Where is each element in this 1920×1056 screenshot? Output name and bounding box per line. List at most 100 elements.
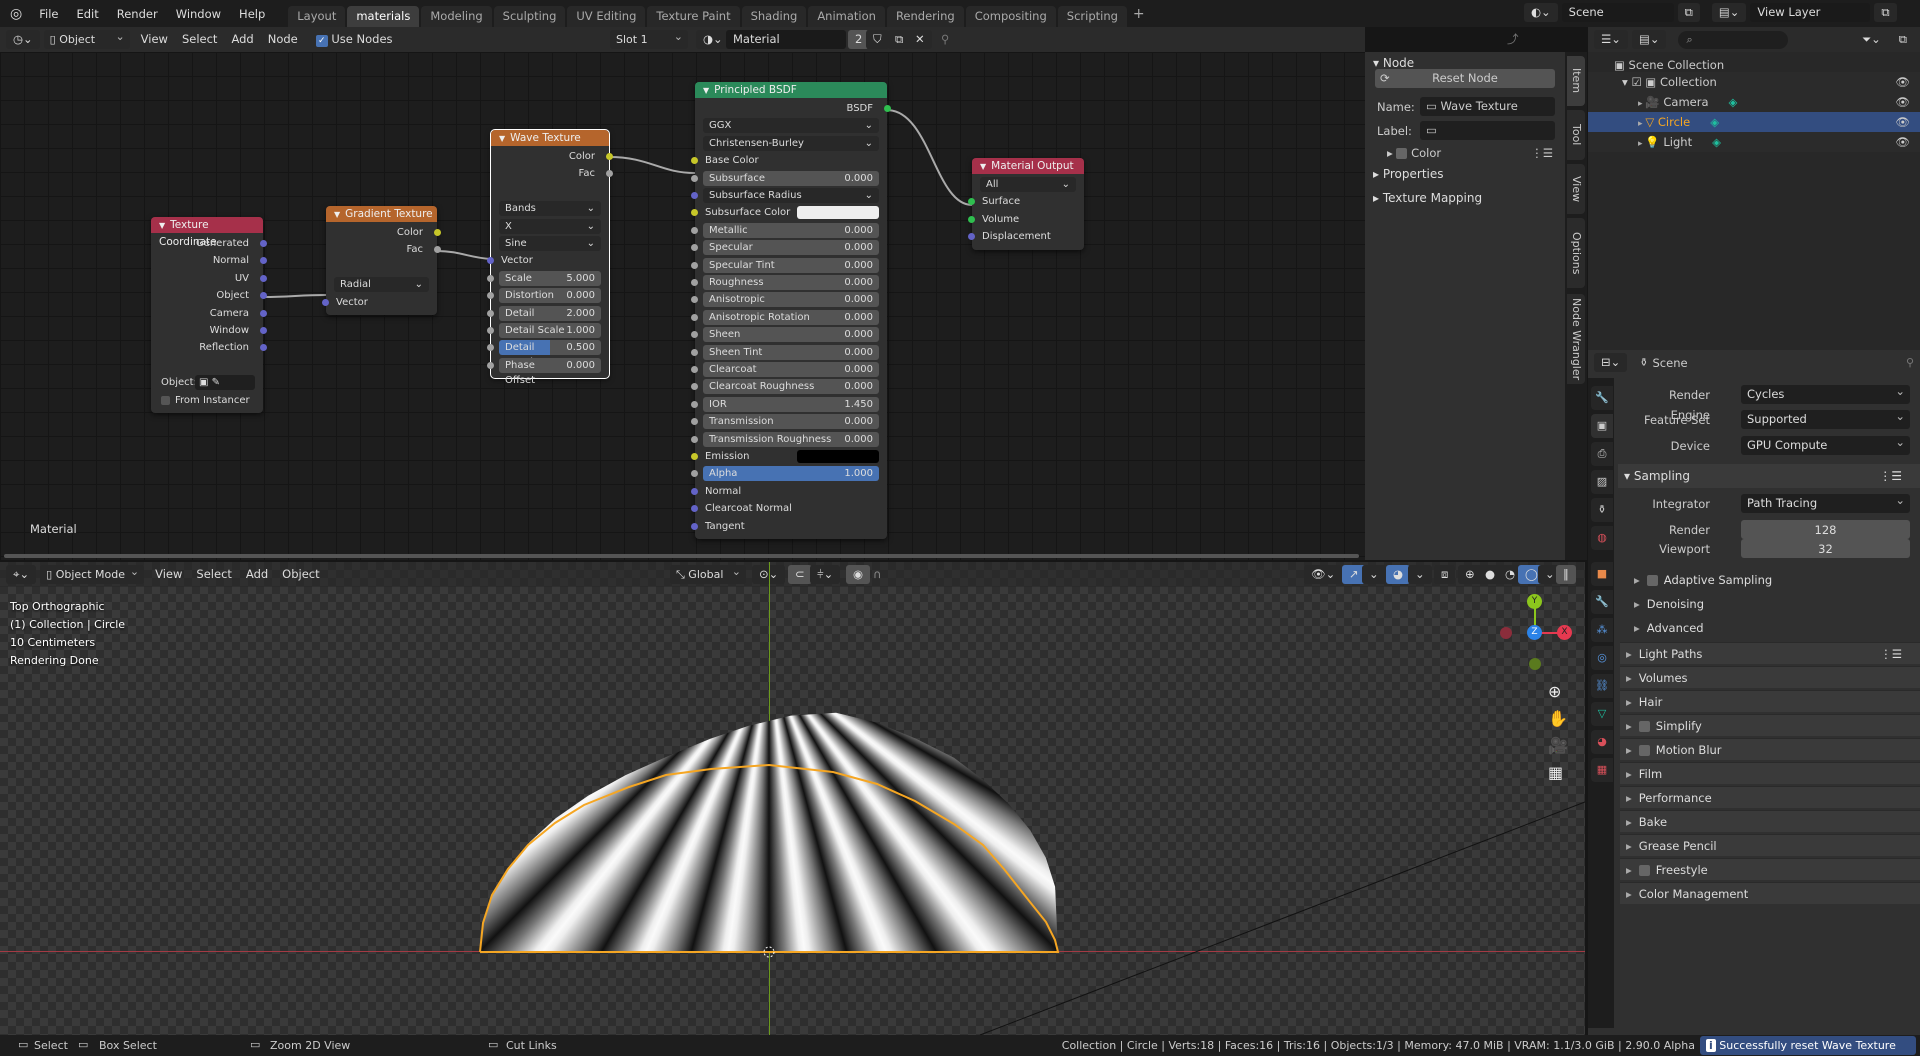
presets-list-icon[interactable]: ⋮☰ [1879,464,1902,488]
node-name-input[interactable]: ▭ Wave Texture [1420,97,1555,116]
properties-tab-render-icon[interactable]: ▣ [1591,414,1613,438]
node-menu-select[interactable]: Select [175,30,224,49]
node-value-field[interactable]: Sheen 0.000 [703,327,879,343]
outliner-row-collection[interactable]: ▾ ☑ ▣ Collection 👁 [1588,72,1920,92]
input-socket[interactable] [691,348,698,356]
node-label-input[interactable]: ▭ [1420,121,1555,140]
workspace-tab-modeling[interactable]: Modeling [421,6,492,27]
node-principled-bsdf[interactable]: ▼ Principled BSDF BSDF GGX ⌄ Christensen-Burl… [691,82,891,539]
node-header[interactable]: ▼ Wave Texture [491,130,609,146]
node-value-field[interactable]: Detail Roughne0.500 [499,340,601,368]
properties-tab-texture-icon[interactable]: ▦ [1591,758,1613,782]
node-menu-node[interactable]: Node [261,30,305,49]
input-socket[interactable] [968,233,975,241]
node-header[interactable]: ▼ Texture Coordinate [151,217,263,248]
collapse-arrow-icon[interactable]: ▼ [159,221,165,230]
outliner-search-input[interactable]: ⌕ [1678,30,1789,49]
device-dropdown[interactable]: GPU Compute [1741,433,1910,455]
collapse-arrow-icon[interactable]: ▼ [334,210,340,219]
reset-node-button[interactable]: ⟳ Reset Node [1375,69,1555,88]
view-layer-name-field[interactable]: View Layer [1750,3,1871,22]
node-value-field[interactable]: Anisotropic Rotation 0.000 [703,309,879,325]
input-socket[interactable] [487,292,494,300]
workspace-tab-layout[interactable]: Layout [288,6,346,27]
x-axis-gizmo[interactable]: X [1557,625,1572,640]
horizontal-scrollbar[interactable] [4,554,1359,558]
workspace-tab-compositing[interactable]: Compositing [965,6,1056,27]
color-checkbox[interactable] [1396,148,1408,159]
input-socket[interactable] [691,209,698,217]
visibility-eye-icon[interactable]: 👁 [1895,132,1910,152]
panel-bake[interactable]: Bake [1620,810,1920,832]
new-scene-button[interactable]: ⧉ [1677,3,1700,22]
workspace-tab-materials[interactable]: materials [347,6,420,27]
workspace-tab-scripting[interactable]: Scripting [1057,6,1127,27]
panel-light-paths[interactable]: Light Paths⋮☰ [1620,642,1920,664]
input-socket[interactable] [968,198,975,206]
menu-file[interactable]: File [30,7,67,21]
node-dropdown[interactable]: Subsurface Radius ⌄ [703,188,879,203]
workspace-tab-sculpting[interactable]: Sculpting [493,6,566,27]
input-socket[interactable] [691,157,698,165]
fake-user-shield-icon[interactable]: ⛉ [866,30,889,49]
parent-node-tree-icon[interactable]: ⤴ [1500,30,1526,49]
properties-tab-object-data-icon[interactable]: ▽ [1591,702,1613,726]
properties-tab-scene-icon[interactable]: ⚱ [1591,498,1613,522]
properties-editor-type-icon[interactable]: ⊟⌄ [1594,353,1628,372]
panel-hair[interactable]: Hair [1620,690,1920,712]
view-layer-browse-icon[interactable]: ▤⌄ [1711,3,1747,22]
material-name-field[interactable]: Material [726,30,846,49]
add-workspace-button[interactable]: + [1133,6,1145,22]
node-value-field[interactable]: Roughness 0.000 [703,275,879,290]
input-socket[interactable] [487,361,494,369]
node-value-field[interactable]: Clearcoat Roughness 0.000 [703,379,879,395]
node-value-field[interactable]: Detail 2.000 [499,305,601,321]
input-socket[interactable] [691,366,698,373]
properties-tab-material-icon[interactable]: ◕ [1591,730,1613,754]
subpanel-advanced[interactable]: Advanced [1634,617,1920,639]
new-collection-icon[interactable]: ⧉ [1892,30,1914,49]
node-dropdown[interactable]: X ⌄ [499,218,601,234]
workspace-tab-shading[interactable]: Shading [741,6,807,27]
panel-motion-blur[interactable]: Motion Blur [1620,738,1920,760]
outliner-row-scene-collection[interactable]: ▣ Scene Collection [1614,58,1724,72]
node-header[interactable]: ▼ Material Output [972,158,1084,174]
neg-x-axis-dot[interactable] [1500,627,1512,639]
feature-set-dropdown[interactable]: Supported [1741,407,1910,429]
presets-list-icon[interactable]: ⋮☰ [1880,643,1902,665]
input-socket[interactable] [487,257,494,265]
output-socket[interactable] [260,327,267,334]
panel-performance[interactable]: Performance [1620,786,1920,808]
input-socket[interactable] [691,418,698,426]
node-value-field[interactable]: Sheen Tint 0.000 [703,344,879,360]
node-header[interactable]: ▼ Principled BSDF [695,82,887,98]
outliner-row-light[interactable]: ▸ 💡 Light ◈ 👁 [1588,132,1920,152]
node-value-field[interactable]: Clearcoat 0.000 [703,362,879,377]
node-dropdown[interactable]: Christensen-Burley ⌄ [703,135,879,151]
input-socket[interactable] [691,487,698,495]
panel-simplify[interactable]: Simplify [1620,714,1920,736]
object-picker-field[interactable]: ▣ ✎ [195,375,255,391]
node-menu-add[interactable]: Add [224,30,260,49]
input-socket[interactable] [968,215,975,223]
link-object-to-vector[interactable] [262,294,327,298]
input-socket[interactable] [691,313,698,321]
input-socket[interactable] [487,274,494,282]
workspace-tab-texture-paint[interactable]: Texture Paint [647,6,740,27]
input-socket[interactable] [691,435,698,443]
integrator-dropdown[interactable]: Path Tracing [1741,491,1910,513]
link-color-to-base-color[interactable] [608,156,696,174]
input-socket[interactable] [487,327,494,334]
input-socket[interactable] [691,174,698,182]
workspace-tab-uv-editing[interactable]: UV Editing [567,6,646,27]
properties-tab-output-icon[interactable]: ⎙ [1591,442,1613,466]
output-socket[interactable] [260,274,267,282]
node-value-field[interactable]: Specular Tint 0.000 [703,257,879,273]
unlink-material-icon[interactable]: ✕ [908,30,932,49]
y-axis-gizmo[interactable]: Y [1527,594,1542,609]
editor-type-icon[interactable]: ◷⌄ [6,30,40,49]
sidebar-tab-tool[interactable]: Tool [1567,110,1585,160]
camera-view-icon[interactable]: 🎥 [1548,736,1568,755]
node-wave-texture[interactable]: ▼ Wave Texture Color Fac Bands ⌄ X ⌄ Sine ⌄ Vector… [487,128,613,386]
3d-viewport[interactable]: ⌖⌄ ▯ Object Mode ViewSelectAddObject ⤡ G… [0,562,1585,1035]
